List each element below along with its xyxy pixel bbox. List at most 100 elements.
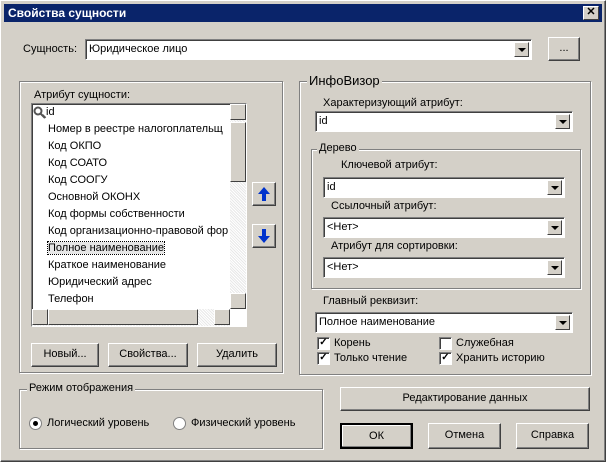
arrow-up-icon xyxy=(258,187,270,201)
list-item-label: Код СООГУ xyxy=(48,174,108,186)
root-label: Корень xyxy=(334,337,371,349)
ref-attribute-label: Ссылочный атрибут: xyxy=(331,200,437,212)
scroll-thumb[interactable] xyxy=(230,122,246,182)
entity-browse-button[interactable]: ... xyxy=(548,37,580,61)
arrow-down-icon xyxy=(258,229,270,243)
entity-value: Юридическое лицо xyxy=(89,43,188,55)
close-icon: ✕ xyxy=(586,6,596,18)
service-checkbox[interactable] xyxy=(439,337,452,350)
infovisor-title: ИнфоВизор xyxy=(307,73,382,88)
list-item-label: Код организационно-правовой фор xyxy=(48,225,229,237)
key-attribute-label: Ключевой атрибут: xyxy=(341,159,438,171)
title-bar: Свойства сущности ✕ xyxy=(4,4,602,22)
window-title: Свойства сущности xyxy=(8,6,127,20)
list-item[interactable]: Код СООГУ xyxy=(48,174,108,186)
list-item[interactable]: Номер в реестре налогоплательщ xyxy=(48,123,223,135)
new-attribute-button[interactable]: Новый... xyxy=(31,343,99,367)
help-label: Справка xyxy=(530,429,575,441)
list-item-label: Код ОКПО xyxy=(48,140,102,152)
chevron-down-icon[interactable] xyxy=(547,220,562,235)
entity-combo[interactable]: Юридическое лицо xyxy=(85,39,532,60)
key-icon xyxy=(33,106,47,119)
key-attribute-combo[interactable]: id xyxy=(323,177,565,198)
scroll-left-button[interactable] xyxy=(32,309,48,325)
key-attribute-value: id xyxy=(327,181,336,193)
main-requisite-label: Главный реквизит: xyxy=(323,295,419,307)
cancel-label: Отмена xyxy=(444,429,485,441)
scroll-up-button[interactable] xyxy=(230,104,246,120)
list-item[interactable]: Телефон xyxy=(48,293,94,305)
physical-level-label: Физический уровень xyxy=(191,417,296,429)
list-item[interactable]: Юридический адрес xyxy=(48,276,152,288)
logical-level-radio[interactable] xyxy=(29,417,42,430)
list-item[interactable]: Код формы собственности xyxy=(48,208,185,220)
attribute-properties-button[interactable]: Свойства... xyxy=(108,343,188,367)
edit-data-button[interactable]: Редактирование данных xyxy=(340,387,590,411)
vertical-scrollbar[interactable] xyxy=(230,104,246,309)
list-item-label: Телефон xyxy=(48,293,94,305)
tree-title: Дерево xyxy=(317,142,359,154)
attributes-title: Атрибут сущности: xyxy=(34,89,131,101)
list-item-label: Код СОАТО xyxy=(48,157,108,169)
list-item-label: id xyxy=(46,106,55,118)
sort-attribute-combo[interactable]: <Нет> xyxy=(323,257,565,278)
list-item[interactable]: Код ОКПО xyxy=(48,140,101,152)
close-button[interactable]: ✕ xyxy=(583,6,599,20)
list-item-label: Полное наименование xyxy=(48,242,164,254)
list-item-label: Номер в реестре налогоплательщ xyxy=(48,123,223,135)
sort-attribute-label: Атрибут для сортировки: xyxy=(331,240,458,252)
ref-attribute-value: <Нет> xyxy=(327,221,359,233)
scroll-h-thumb[interactable] xyxy=(48,309,198,325)
sort-attribute-value: <Нет> xyxy=(327,261,359,273)
list-item-label: Юридический адрес xyxy=(48,276,152,288)
service-label: Служебная xyxy=(456,337,514,349)
readonly-checkbox[interactable]: ✓ xyxy=(317,352,330,365)
keep-history-label: Хранить историю xyxy=(456,352,545,364)
characterizing-combo[interactable]: id xyxy=(315,111,573,132)
list-item[interactable]: Краткое наименование xyxy=(48,259,166,271)
help-button[interactable]: Справка xyxy=(516,423,589,449)
display-mode-title: Режим отображения xyxy=(27,382,136,394)
characterizing-value: id xyxy=(319,115,328,127)
list-item-label: Краткое наименование xyxy=(48,259,167,271)
dialog-window: Свойства сущности ✕ Сущность: Юридическо… xyxy=(0,0,606,462)
ok-label: ОК xyxy=(369,430,384,442)
cancel-button[interactable]: Отмена xyxy=(428,423,501,449)
characterizing-label: Характеризующий атрибут: xyxy=(323,97,463,109)
ok-button[interactable]: ОК xyxy=(340,423,413,449)
keep-history-checkbox[interactable]: ✓ xyxy=(439,352,452,365)
scroll-right-button[interactable] xyxy=(214,309,230,325)
root-checkbox[interactable]: ✓ xyxy=(317,337,330,350)
check-icon: ✓ xyxy=(319,352,328,363)
attributes-list[interactable]: id Номер в реестре налогоплательщ Код ОКПО… xyxy=(31,103,247,327)
chevron-down-icon[interactable] xyxy=(547,260,562,275)
scroll-down-button[interactable] xyxy=(230,293,246,309)
entity-label: Сущность: xyxy=(23,43,78,55)
chevron-down-icon[interactable] xyxy=(555,315,570,330)
move-down-button[interactable] xyxy=(252,224,276,248)
properties-label: Свойства... xyxy=(119,348,177,360)
logical-level-label: Логический уровень xyxy=(47,417,150,429)
chevron-down-icon[interactable] xyxy=(555,114,570,129)
move-up-button[interactable] xyxy=(252,182,276,206)
list-item[interactable]: Полное наименование xyxy=(47,241,165,255)
new-label: Новый... xyxy=(43,348,87,360)
main-requisite-value: Полное наименование xyxy=(319,316,435,328)
browse-label: ... xyxy=(559,42,569,54)
chevron-down-icon[interactable] xyxy=(514,42,529,57)
ref-attribute-combo[interactable]: <Нет> xyxy=(323,217,565,238)
list-item[interactable]: Код организационно-правовой фор xyxy=(48,225,228,237)
main-requisite-combo[interactable]: Полное наименование xyxy=(315,312,573,333)
list-item[interactable]: Код СОАТО xyxy=(48,157,107,169)
delete-attribute-button[interactable]: Удалить xyxy=(197,343,277,367)
check-icon: ✓ xyxy=(441,352,450,363)
list-item-label: Основной ОКОНХ xyxy=(48,191,141,203)
horizontal-scrollbar[interactable] xyxy=(32,309,230,326)
check-icon: ✓ xyxy=(319,337,328,348)
list-item[interactable]: id xyxy=(46,106,55,118)
list-item[interactable]: Основной ОКОНХ xyxy=(48,191,140,203)
delete-label: Удалить xyxy=(216,348,258,360)
physical-level-radio[interactable] xyxy=(173,417,186,430)
edit-data-label: Редактирование данных xyxy=(402,392,528,404)
chevron-down-icon[interactable] xyxy=(547,180,562,195)
